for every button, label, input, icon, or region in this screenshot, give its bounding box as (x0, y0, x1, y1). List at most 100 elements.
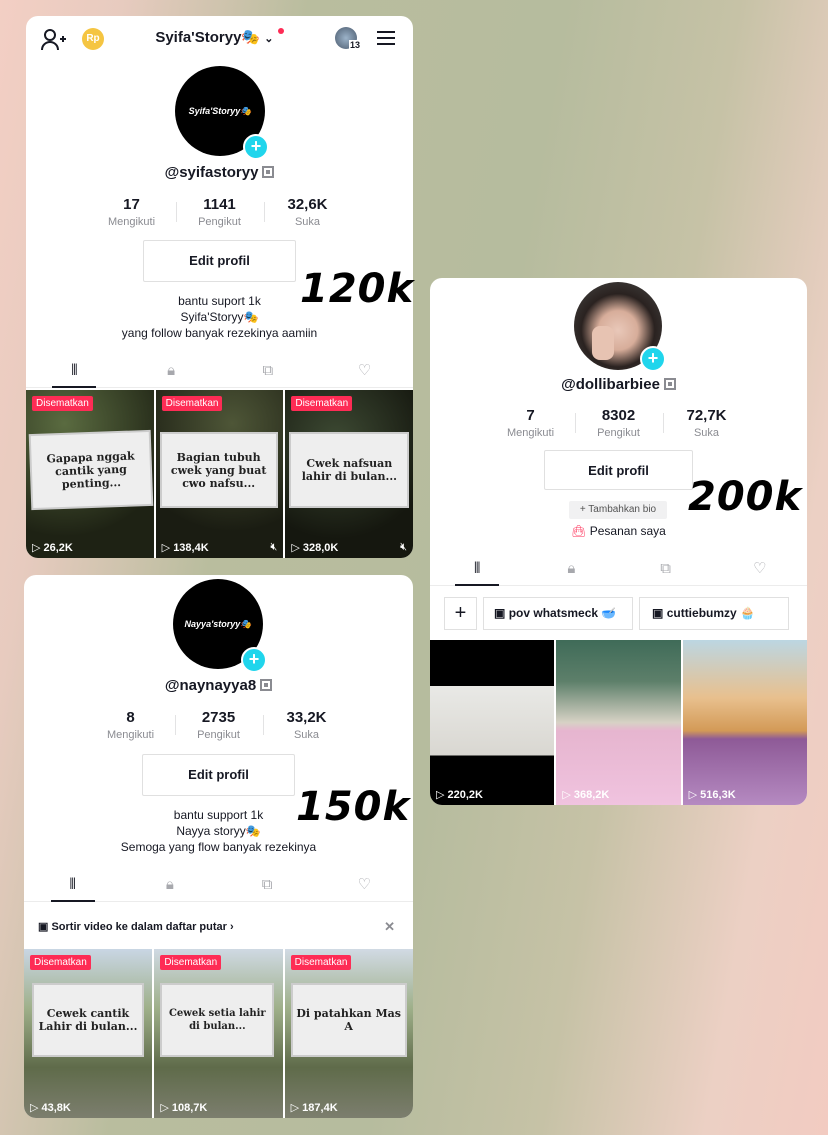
tab-liked[interactable]: ♡ (316, 358, 413, 387)
tab-liked[interactable]: ♡ (316, 872, 413, 901)
profile-card-naynayya8: Nayya'storyy🎭 + @naynayya8 8 Mengikuti 27… (24, 575, 413, 1118)
video-thumbnail[interactable]: Disematkan Di patahkan Mas A 187,4K (284, 949, 413, 1118)
chevron-right-icon: › (229, 921, 234, 933)
profile-tabs: ⦀ 🔒︎ ⧉ ♡ (430, 556, 807, 586)
playlist-icon: ▣ (652, 606, 664, 620)
stat-value: 17 (123, 196, 140, 213)
edit-profile-button[interactable]: Edit profil (143, 240, 296, 282)
annotation-200k: 200k (688, 474, 803, 520)
stat-following[interactable]: 17 Mengikuti (88, 196, 176, 228)
stat-followers[interactable]: 8302 Pengikut (574, 407, 663, 439)
stat-followers[interactable]: 1141 Pengikut (175, 196, 264, 228)
stat-likes[interactable]: 32,6K Suka (263, 196, 352, 228)
profile-handle: @dollibarbiee (430, 376, 807, 393)
sign-text: Cwek nafsuan lahir di bulan... (301, 457, 397, 483)
video-thumbnail[interactable]: Disematkan Gapapa nggak cantik yang pent… (26, 390, 154, 558)
annotation-120k: 120k (300, 266, 415, 312)
playlist-name: cuttiebumzy 🧁 (666, 606, 755, 620)
heart-icon: ♡ (357, 876, 372, 893)
stat-value: 1141 (203, 196, 236, 213)
tab-reposts[interactable]: ⧉ (619, 556, 713, 585)
view-count: 516,3K (689, 788, 735, 801)
sign-text: Cewek cantik Lahir di bulan... (38, 1007, 138, 1033)
orders-link[interactable]: 👜︎ Pesanan saya (430, 524, 807, 538)
video-grid: Disematkan Cewek cantik Lahir di bulan..… (24, 949, 413, 1118)
video-grid: Disematkan Gapapa nggak cantik yang pent… (26, 390, 413, 558)
heart-icon: ♡ (357, 362, 372, 379)
stat-value: 2735 (201, 709, 236, 726)
playlist-icon: ▣ (38, 921, 49, 933)
tab-videos[interactable]: ⦀ (24, 872, 121, 902)
bio-line: Semoga yang flow banyak rezekinya (120, 840, 317, 854)
qr-code-icon[interactable] (663, 378, 676, 390)
stat-followers[interactable]: 2735 Pengikut (174, 709, 263, 741)
stat-value: 32,6K (287, 196, 328, 213)
video-thumbnail[interactable]: 368,2K (556, 640, 681, 805)
muted-icon: 🔇︎ (270, 541, 278, 553)
add-avatar-button[interactable]: + (241, 647, 267, 673)
pinned-badge: Disematkan (291, 396, 353, 411)
stat-value: 33,2K (286, 709, 327, 726)
thumbnail-sign: Gapapa nggak cantik yang penting... (30, 431, 152, 509)
view-count: 328,0K (291, 541, 338, 554)
menu-icon[interactable] (376, 30, 396, 46)
profile-handle: @syifastoryy (26, 164, 413, 181)
notification-dot (277, 28, 284, 34)
tab-videos[interactable]: ⦀ (26, 358, 123, 388)
add-bio-button[interactable]: + Tambahkan bio (569, 501, 667, 519)
playlist-chip[interactable]: ▣ cuttiebumzy 🧁 (639, 597, 789, 630)
stat-label: Suka (693, 427, 720, 439)
videos-grid-icon: ⦀ (69, 876, 76, 893)
video-thumbnail[interactable]: Disematkan Bagian tubuh cwek yang buat c… (155, 390, 284, 558)
inbox-count: 13 (349, 40, 362, 50)
tab-private[interactable]: 🔒︎ (524, 556, 618, 585)
stat-likes[interactable]: 72,7K Suka (662, 407, 751, 439)
video-thumbnail[interactable]: Disematkan Cwek nafsuan lahir di bulan..… (285, 390, 413, 558)
edit-profile-button[interactable]: Edit profil (142, 754, 295, 796)
tab-reposts[interactable]: ⧉ (220, 358, 317, 387)
playlist-prompt[interactable]: ▣ Sortir video ke dalam daftar putar › ✕ (24, 913, 413, 941)
repost-icon: ⧉ (261, 876, 273, 893)
view-count: 43,8K (30, 1101, 71, 1114)
qr-code-icon[interactable] (262, 166, 275, 178)
thumbnail-sign: Cewek setia lahir di bulan... (162, 985, 273, 1055)
tab-private[interactable]: 🔒︎ (121, 872, 218, 901)
tab-liked[interactable]: ♡ (713, 556, 807, 585)
view-count: 187,4K (291, 1101, 337, 1114)
muted-icon: 🔇︎ (400, 541, 408, 553)
add-playlist-button[interactable]: + (444, 597, 477, 630)
avatar-text: Nayya'storyy🎭 (184, 618, 252, 629)
stat-label: Suka (294, 216, 321, 228)
add-avatar-button[interactable]: + (640, 346, 666, 372)
stat-following[interactable]: 8 Mengikuti (87, 709, 175, 741)
profile-tabs: ⦀ 🔒︎ ⧉ ♡ (24, 872, 413, 902)
tab-private[interactable]: 🔒︎ (123, 358, 220, 387)
thumbnail-sign: Cewek cantik Lahir di bulan... (34, 985, 142, 1055)
repost-icon: ⧉ (660, 560, 671, 577)
playlist-chip[interactable]: ▣ pov whatsmeck 🥣 (483, 597, 633, 630)
stats-row: 17 Mengikuti 1141 Pengikut 32,6K Suka (26, 196, 413, 228)
edit-profile-button[interactable]: Edit profil (544, 450, 693, 490)
thumbnail-sign: Di patahkan Mas A (292, 985, 405, 1055)
video-grid: 220,2K 368,2K 516,3K (430, 640, 807, 805)
tab-reposts[interactable]: ⧉ (219, 872, 316, 901)
close-icon[interactable]: ✕ (384, 913, 395, 941)
qr-code-icon[interactable] (260, 679, 273, 691)
view-count: 108,7K (160, 1101, 207, 1114)
chevron-down-icon: ⌄ (264, 33, 274, 45)
video-thumbnail[interactable]: 516,3K (682, 640, 807, 805)
thumbnail-sign: Cwek nafsuan lahir di bulan... (291, 434, 408, 506)
videos-grid-icon: ⦀ (71, 362, 78, 379)
video-thumbnail[interactable]: Disematkan Cewek cantik Lahir di bulan..… (24, 949, 153, 1118)
stat-likes[interactable]: 33,2K Suka (262, 709, 351, 741)
handle-text: @dollibarbiee (561, 376, 660, 393)
video-thumbnail[interactable]: 220,2K (430, 640, 555, 805)
tab-videos[interactable]: ⦀ (430, 556, 524, 586)
bio-line: yang follow banyak rezekinya aamiin (121, 326, 318, 340)
stat-label: Suka (293, 729, 320, 741)
add-avatar-button[interactable]: + (243, 134, 269, 160)
username-header: Syifa'Storyy🎭 (155, 29, 261, 46)
video-thumbnail[interactable]: Disematkan Cewek setia lahir di bulan...… (154, 949, 283, 1118)
view-count: 220,2K (436, 788, 483, 801)
stat-following[interactable]: 7 Mengikuti (487, 407, 575, 439)
